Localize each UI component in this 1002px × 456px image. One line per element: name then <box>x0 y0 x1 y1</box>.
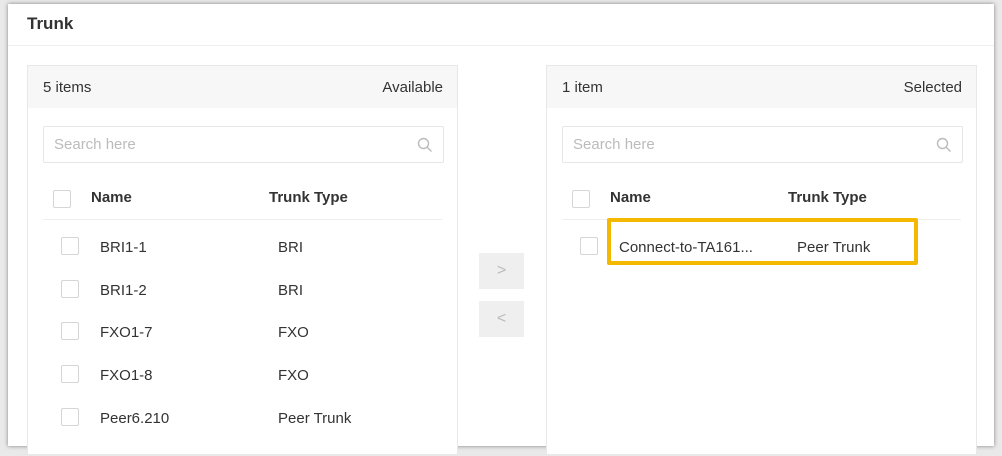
available-label: Available <box>382 78 443 96</box>
row-trunk-type: BRI <box>278 239 304 256</box>
header-divider <box>43 219 442 220</box>
selected-search-input[interactable] <box>573 136 936 153</box>
row-name: FXO1-7 <box>100 324 153 342</box>
table-row[interactable]: FXO1-7 FXO <box>28 316 457 359</box>
row-checkbox[interactable] <box>61 322 79 341</box>
row-name: BRI1-2 <box>100 281 147 299</box>
selected-label: Selected <box>903 78 962 96</box>
move-left-button[interactable]: < <box>479 301 524 337</box>
column-header-name: Name <box>610 189 651 206</box>
row-name: Peer6.210 <box>100 409 170 427</box>
search-icon <box>417 137 432 152</box>
available-count: 5 items <box>43 78 92 96</box>
divider <box>8 45 994 46</box>
table-row[interactable]: FXO1-8 FXO <box>28 359 457 402</box>
table-row[interactable]: BRI1-2 BRI <box>28 274 457 317</box>
row-checkbox[interactable] <box>580 237 598 255</box>
row-trunk-type: FXO <box>278 324 309 342</box>
column-header-trunk-type: Trunk Type <box>788 189 867 206</box>
search-icon <box>936 137 951 152</box>
row-name: FXO1-8 <box>100 367 153 385</box>
available-search[interactable] <box>43 126 444 163</box>
selected-select-all-checkbox[interactable] <box>572 190 590 208</box>
row-checkbox[interactable] <box>61 365 79 384</box>
table-row[interactable]: BRI1-1 BRI <box>28 231 457 274</box>
section-title: Trunk <box>27 14 74 33</box>
column-header-trunk-type: Trunk Type <box>269 189 348 206</box>
row-trunk-type: Peer Trunk <box>278 409 352 427</box>
row-trunk-type: FXO <box>278 367 309 385</box>
row-trunk-type: BRI <box>278 281 304 299</box>
available-panel: 5 items Available Name Trunk Type BRI1-1 … <box>27 65 458 455</box>
row-checkbox[interactable] <box>61 279 79 298</box>
selected-search[interactable] <box>562 126 963 163</box>
row-checkbox[interactable] <box>61 237 79 255</box>
available-select-all-checkbox[interactable] <box>53 190 71 208</box>
move-right-button[interactable]: > <box>479 253 524 289</box>
column-header-name: Name <box>91 189 132 206</box>
available-search-input[interactable] <box>54 136 417 153</box>
row-name: BRI1-1 <box>100 239 147 256</box>
selected-count: 1 item <box>562 78 603 96</box>
table-row[interactable]: Peer6.210 Peer Trunk <box>28 402 457 445</box>
row-checkbox[interactable] <box>61 407 79 426</box>
highlight-box <box>607 218 918 265</box>
trunk-dialog: Trunk 5 items Available Name Trunk Type B… <box>8 4 994 455</box>
